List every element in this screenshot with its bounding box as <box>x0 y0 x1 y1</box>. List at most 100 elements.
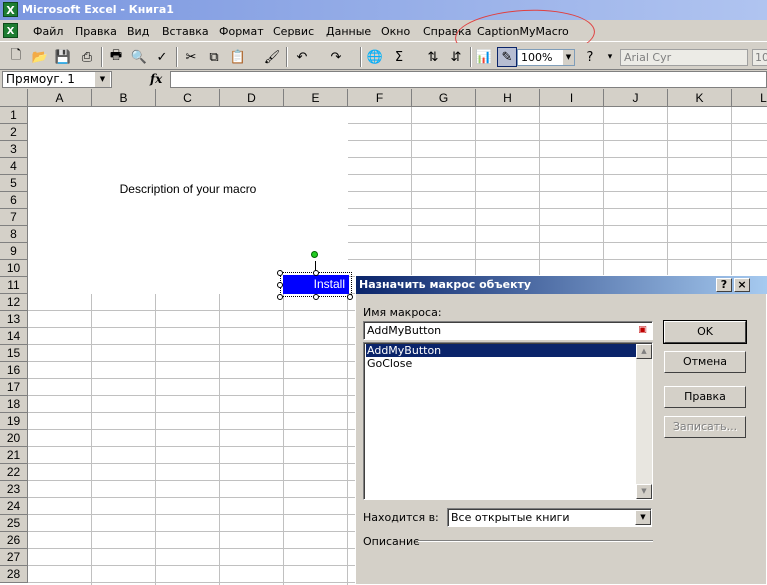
row-header[interactable]: 23 <box>0 481 28 498</box>
row-header[interactable]: 20 <box>0 430 28 447</box>
paste-icon[interactable]: 📋 <box>228 47 248 67</box>
row-header[interactable]: 11 <box>0 277 28 294</box>
column-header[interactable]: F <box>348 89 412 107</box>
redo-icon[interactable]: ↷ <box>326 47 346 67</box>
rotate-handle[interactable] <box>311 251 318 258</box>
row-header[interactable]: 15 <box>0 345 28 362</box>
row-header[interactable]: 12 <box>0 294 28 311</box>
row-header[interactable]: 14 <box>0 328 28 345</box>
font-size-select[interactable]: 10 <box>752 49 767 66</box>
column-header[interactable]: I <box>540 89 604 107</box>
insert-function-icon[interactable]: fx <box>150 71 166 88</box>
close-button[interactable]: × <box>734 278 750 292</box>
cancel-button[interactable]: Отмена <box>664 351 746 373</box>
chevron-down-icon[interactable]: ▼ <box>635 510 651 525</box>
column-header[interactable]: E <box>284 89 348 107</box>
scroll-down-icon[interactable]: ▼ <box>636 484 652 499</box>
cut-icon[interactable]: ✂ <box>181 47 201 67</box>
row-header[interactable]: 7 <box>0 209 28 226</box>
formula-input[interactable] <box>170 71 767 88</box>
column-header[interactable]: C <box>156 89 220 107</box>
list-item[interactable]: GoClose <box>366 357 636 370</box>
chevron-down-icon[interactable]: ▼ <box>563 50 574 65</box>
macro-name-input[interactable]: AddMyButton <box>363 321 653 340</box>
record-button[interactable]: Записать... <box>664 416 746 438</box>
collapse-dialog-icon[interactable]: ▣ <box>635 323 650 338</box>
menu-format[interactable]: Формат <box>219 24 264 40</box>
new-document-icon[interactable]: 🗋 <box>6 47 26 67</box>
sort-ascending-icon[interactable]: ⇅ <box>423 47 443 67</box>
menu-edit[interactable]: Правка <box>75 24 117 40</box>
workbook-icon[interactable]: X <box>3 23 18 38</box>
list-item[interactable]: AddMyButton <box>366 344 636 357</box>
row-header[interactable]: 22 <box>0 464 28 481</box>
font-select[interactable]: Arial Cyr <box>620 49 748 66</box>
column-header[interactable]: B <box>92 89 156 107</box>
menu-file[interactable]: Файл <box>33 24 63 40</box>
column-header[interactable]: G <box>412 89 476 107</box>
row-header[interactable]: 19 <box>0 413 28 430</box>
row-header[interactable]: 8 <box>0 226 28 243</box>
row-header[interactable]: 18 <box>0 396 28 413</box>
column-header[interactable]: J <box>604 89 668 107</box>
permission-icon[interactable]: ⎙ <box>77 47 97 67</box>
resize-handle[interactable] <box>277 294 283 300</box>
sort-descending-icon[interactable]: ⇵ <box>446 47 466 67</box>
column-header[interactable]: D <box>220 89 284 107</box>
row-header[interactable]: 5 <box>0 175 28 192</box>
edit-button[interactable]: Правка <box>664 386 746 408</box>
resize-handle[interactable] <box>347 294 353 300</box>
print-preview-icon[interactable]: 🔍 <box>129 47 149 67</box>
format-painter-icon[interactable]: 🖌 <box>262 47 282 67</box>
menu-window[interactable]: Окно <box>381 24 410 40</box>
row-header[interactable]: 28 <box>0 566 28 583</box>
install-button[interactable]: Install <box>280 272 352 297</box>
resize-handle[interactable] <box>313 270 319 276</box>
chart-wizard-icon[interactable]: 📊 <box>474 47 494 67</box>
select-all-corner[interactable] <box>0 89 28 107</box>
drawing-icon[interactable]: ✎ <box>497 47 517 67</box>
row-header[interactable]: 27 <box>0 549 28 566</box>
ok-button[interactable]: OK <box>663 320 747 344</box>
spelling-icon[interactable]: ✓ <box>152 47 172 67</box>
hyperlink-icon[interactable]: 🌐 <box>365 47 385 67</box>
row-header[interactable]: 26 <box>0 532 28 549</box>
menu-data[interactable]: Данные <box>326 24 371 40</box>
menu-view[interactable]: Вид <box>127 24 149 40</box>
column-header[interactable]: A <box>28 89 92 107</box>
row-header[interactable]: 16 <box>0 362 28 379</box>
resize-handle[interactable] <box>277 270 283 276</box>
resize-handle[interactable] <box>277 282 283 288</box>
column-header[interactable]: K <box>668 89 732 107</box>
undo-icon[interactable]: ↶ <box>292 47 312 67</box>
excel-app-icon[interactable]: X <box>3 2 18 17</box>
copy-icon[interactable]: ⧉ <box>204 47 224 67</box>
scroll-up-icon[interactable]: ▲ <box>636 344 652 359</box>
row-header[interactable]: 1 <box>0 107 28 124</box>
list-scrollbar[interactable] <box>636 344 652 499</box>
row-header[interactable]: 3 <box>0 141 28 158</box>
menu-tools[interactable]: Сервис <box>273 24 314 40</box>
row-header[interactable]: 2 <box>0 124 28 141</box>
row-header[interactable]: 21 <box>0 447 28 464</box>
toolbar-options-icon[interactable]: ▾ <box>600 47 620 67</box>
resize-handle[interactable] <box>313 294 319 300</box>
row-header[interactable]: 13 <box>0 311 28 328</box>
chevron-down-icon[interactable]: ▼ <box>95 72 110 87</box>
menu-insert[interactable]: Вставка <box>162 24 209 40</box>
column-header[interactable]: H <box>476 89 540 107</box>
autosum-icon[interactable]: Σ <box>389 47 409 67</box>
open-folder-icon[interactable]: 📂 <box>30 47 50 67</box>
save-icon[interactable]: 💾 <box>53 47 73 67</box>
row-header[interactable]: 4 <box>0 158 28 175</box>
row-header[interactable]: 6 <box>0 192 28 209</box>
column-header[interactable]: L <box>732 89 767 107</box>
row-header[interactable]: 9 <box>0 243 28 260</box>
row-header[interactable]: 25 <box>0 515 28 532</box>
location-select[interactable]: Все открытые книги <box>447 508 652 527</box>
row-header[interactable]: 17 <box>0 379 28 396</box>
print-icon[interactable]: 🖶 <box>106 47 126 67</box>
help-icon[interactable]: ? <box>580 47 600 67</box>
help-button[interactable]: ? <box>716 278 732 292</box>
row-header[interactable]: 24 <box>0 498 28 515</box>
